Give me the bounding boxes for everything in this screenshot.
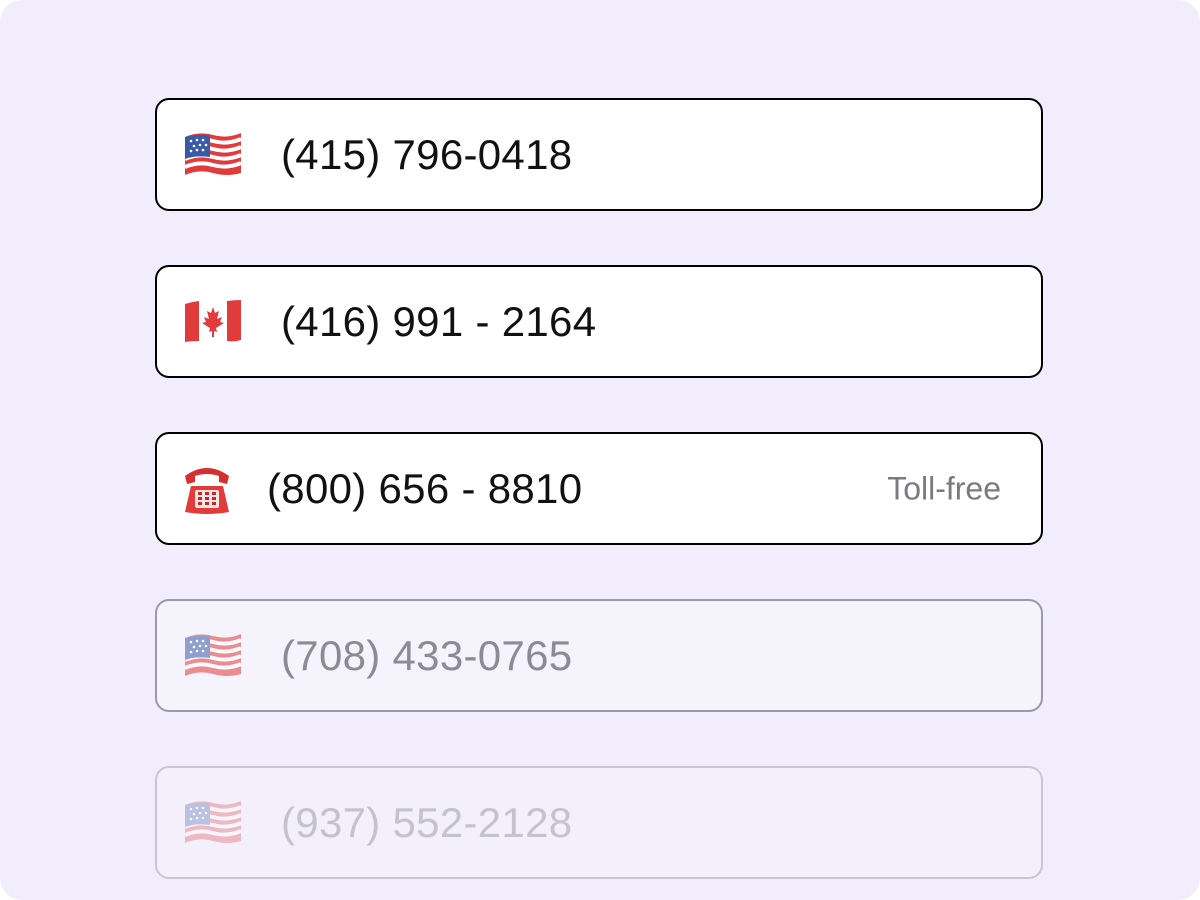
phone-number: (937) 552-2128 <box>281 798 573 846</box>
phone-number-field[interactable]: (800) 656 - 8810 Toll-free <box>155 432 1043 545</box>
telephone-icon <box>179 462 235 523</box>
phone-number: (415) 796-0418 <box>281 130 573 178</box>
us-flag-icon <box>183 797 243 854</box>
toll-free-tag: Toll-free <box>887 470 1001 506</box>
phone-number: (416) 991 - 2164 <box>281 297 597 345</box>
phone-number: (708) 433-0765 <box>281 631 573 679</box>
phone-number: (800) 656 - 8810 <box>267 464 583 512</box>
us-flag-icon <box>183 129 243 186</box>
phone-number-field[interactable]: (937) 552-2128 <box>155 766 1043 879</box>
phone-number-field[interactable]: (416) 991 - 2164 <box>155 265 1043 378</box>
canada-flag-icon <box>183 296 243 353</box>
us-flag-icon <box>183 630 243 687</box>
phone-list-panel: (415) 796-0418 (416) 991 - 2164 (800) 65… <box>0 0 1200 900</box>
phone-number-field[interactable]: (415) 796-0418 <box>155 98 1043 211</box>
phone-number-field[interactable]: (708) 433-0765 <box>155 599 1043 712</box>
